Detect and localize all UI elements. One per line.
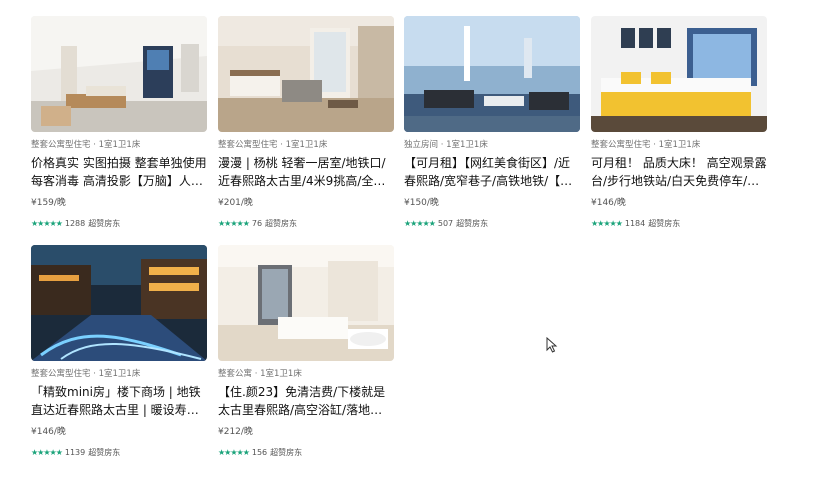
listing-meta: 整套公寓 · 1室1卫1床 [218, 369, 302, 379]
listing-card[interactable]: 整套公寓型住宅 · 1室1卫1床 漫漫 | 杨桃 轻奢一居室/地铁口/近春熙路太… [218, 16, 394, 229]
listing-meta: 整套公寓型住宅 · 1室1卫1床 [218, 140, 328, 150]
superhost-badge: 超赞房东 [648, 219, 681, 228]
listing-photo[interactable] [31, 16, 207, 132]
listing-meta: 整套公寓型住宅 · 1室1卫1床 [31, 369, 141, 379]
rating-stars-icon: ★★★★★ [404, 219, 436, 228]
superhost-badge: 超赞房东 [270, 448, 303, 457]
listing-photo[interactable] [218, 245, 394, 361]
rating-stars-icon: ★★★★★ [591, 219, 623, 228]
listing-rating: ★★★★★ 1184 超赞房东 [591, 218, 767, 229]
rating-stars-icon: ★★★★★ [31, 219, 63, 228]
listing-photo[interactable] [404, 16, 580, 132]
listing-price: ¥201/晚 [218, 198, 253, 208]
listing-title[interactable]: 「精致mini房」楼下商场 | 地铁直达近春熙路太古里 | 暖设寿小吃… [31, 383, 207, 419]
rating-stars-icon: ★★★★★ [31, 448, 63, 457]
listing-rating: ★★★★★ 1139 超赞房东 [31, 447, 207, 458]
listing-title[interactable]: 【可月租】【网红美食街区】/近春熙路/宽窄巷子/高铁地铁/【… [404, 154, 580, 190]
review-count: 1184 [624, 219, 646, 228]
superhost-badge: 超赞房东 [456, 219, 489, 228]
listing-card[interactable]: 独立房间 · 1室1卫1床 【可月租】【网红美食街区】/近春熙路/宽窄巷子/高铁… [404, 16, 580, 229]
listing-price: ¥212/晚 [218, 427, 253, 437]
listing-card[interactable]: 整套公寓 · 1室1卫1床 【住.颜23】免清洁费/下楼就是太古里春熙路/高空浴… [218, 245, 394, 458]
listing-title[interactable]: 价格真实 实图拍摄 整套单独使用 每客消毒 高清投影【万脑】人民… [31, 154, 207, 190]
listing-card[interactable]: 整套公寓型住宅 · 1室1卫1床 可月租！ 品质大床！ 高空观景露台/步行地铁站… [591, 16, 767, 229]
listing-price: ¥146/晚 [591, 198, 626, 208]
listing-price: ¥146/晚 [31, 427, 66, 437]
review-count: 507 [437, 219, 454, 228]
listing-rating: ★★★★★ 507 超赞房东 [404, 218, 580, 229]
review-count: 1139 [64, 448, 86, 457]
listing-photo[interactable] [591, 16, 767, 132]
superhost-badge: 超赞房东 [88, 448, 121, 457]
listing-meta: 整套公寓型住宅 · 1室1卫1床 [31, 140, 141, 150]
review-count: 76 [251, 219, 263, 228]
listing-price: ¥150/晚 [404, 198, 439, 208]
rating-stars-icon: ★★★★★ [218, 219, 250, 228]
listing-meta: 独立房间 · 1室1卫1床 [404, 140, 488, 150]
listing-rating: ★★★★★ 156 超赞房东 [218, 447, 394, 458]
review-count: 1288 [64, 219, 86, 228]
listing-price: ¥159/晚 [31, 198, 66, 208]
listing-card[interactable]: 整套公寓型住宅 · 1室1卫1床 「精致mini房」楼下商场 | 地铁直达近春熙… [31, 245, 207, 458]
mouse-cursor-icon [546, 337, 558, 353]
listing-photo[interactable] [31, 245, 207, 361]
listing-title[interactable]: 可月租！ 品质大床！ 高空观景露台/步行地铁站/白天免费停车/自… [591, 154, 767, 190]
listing-rating: ★★★★★ 1288 超赞房东 [31, 218, 207, 229]
superhost-badge: 超赞房东 [265, 219, 298, 228]
listing-card[interactable]: 整套公寓型住宅 · 1室1卫1床 价格真实 实图拍摄 整套单独使用 每客消毒 高… [31, 16, 207, 229]
listing-rating: ★★★★★ 76 超赞房东 [218, 218, 394, 229]
review-count: 156 [251, 448, 268, 457]
superhost-badge: 超赞房东 [88, 219, 121, 228]
listing-title[interactable]: 【住.颜23】免清洁费/下楼就是太古里春熙路/高空浴缸/落地窗带… [218, 383, 394, 419]
listing-photo[interactable] [218, 16, 394, 132]
rating-stars-icon: ★★★★★ [218, 448, 250, 457]
listing-title[interactable]: 漫漫 | 杨桃 轻奢一居室/地铁口/近春熙路太古里/4米9挑高/全景落… [218, 154, 394, 190]
listing-meta: 整套公寓型住宅 · 1室1卫1床 [591, 140, 701, 150]
